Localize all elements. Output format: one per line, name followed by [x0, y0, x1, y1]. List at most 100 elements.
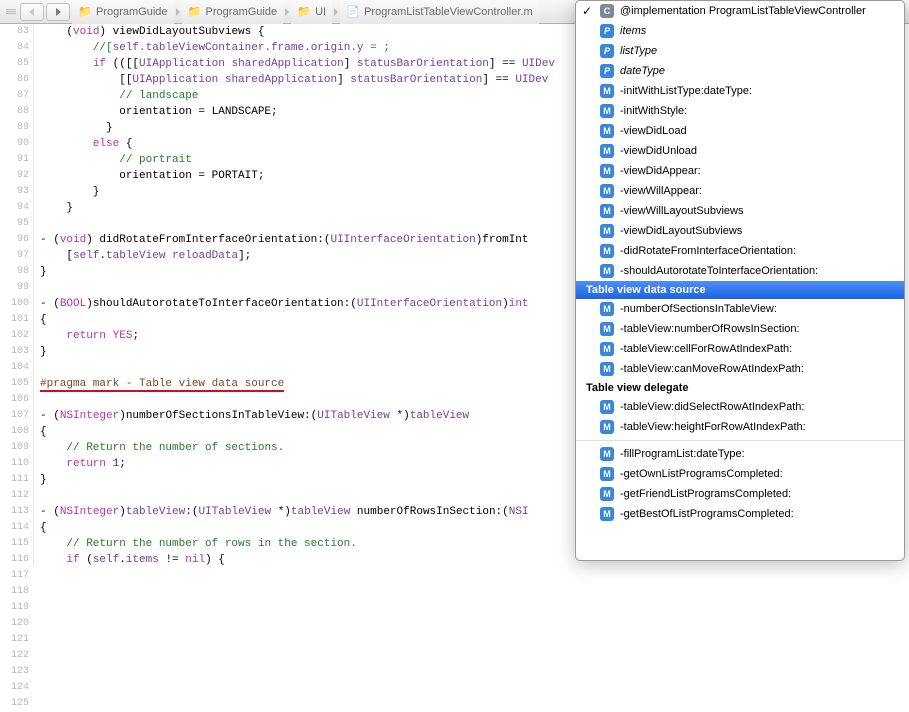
breadcrumb-label: ProgramGuide [96, 6, 168, 18]
popup-item-label: -initWithListType:dateType: [620, 85, 752, 97]
popup-item[interactable]: M-getBestOfListProgramsCompleted: [576, 504, 904, 524]
breadcrumb-item[interactable]: 📁UI [291, 0, 332, 24]
popup-item[interactable]: Pitems [576, 21, 904, 41]
symbol-badge: M [600, 144, 614, 158]
popup-item[interactable]: PdateType [576, 61, 904, 81]
line-number: 121 [0, 632, 29, 648]
popup-item[interactable]: M-tableView:cellForRowAtIndexPath: [576, 339, 904, 359]
line-number: 90 [0, 136, 29, 152]
popup-item-label: -fillProgramList:dateType: [620, 448, 745, 460]
symbol-badge: M [600, 362, 614, 376]
file-icon: 📄 [346, 5, 360, 19]
popup-item-label: -didRotateFromInterfaceOrientation: [620, 245, 796, 257]
popup-item-label: Table view delegate [586, 382, 689, 394]
popup-item[interactable]: ✓C@implementation ProgramListTableViewCo… [576, 1, 904, 21]
popup-item-label: -shouldAutorotateToInterfaceOrientation: [620, 265, 818, 277]
line-number: 86 [0, 72, 29, 88]
line-number: 100 [0, 296, 29, 312]
popup-item-label: -tableView:heightForRowAtIndexPath: [620, 421, 806, 433]
popup-item[interactable]: M-numberOfSectionsInTableView: [576, 299, 904, 319]
popup-item[interactable]: M-viewWillAppear: [576, 181, 904, 201]
popup-item[interactable]: M-shouldAutorotateToInterfaceOrientation… [576, 261, 904, 281]
popup-item[interactable]: M-getOwnListProgramsCompleted: [576, 464, 904, 484]
line-number: 109 [0, 440, 29, 456]
symbol-badge: M [600, 400, 614, 414]
popup-item[interactable]: M-initWithStyle: [576, 101, 904, 121]
line-number: 85 [0, 56, 29, 72]
line-number: 105 [0, 376, 29, 392]
check-icon: ✓ [582, 4, 592, 18]
popup-item[interactable]: M-tableView:heightForRowAtIndexPath: [576, 417, 904, 437]
symbol-navigator-popup[interactable]: ✓C@implementation ProgramListTableViewCo… [575, 0, 905, 561]
line-number: 87 [0, 88, 29, 104]
popup-item[interactable]: M -fillProgramList:dateType: [576, 444, 904, 464]
popup-section-header[interactable]: Table view delegate [576, 379, 904, 397]
popup-item[interactable]: M-didRotateFromInterfaceOrientation: [576, 241, 904, 261]
popup-item[interactable]: M -viewDidAppear: [576, 161, 904, 181]
popup-item-label: -viewDidAppear: [620, 165, 701, 177]
symbol-badge: P [600, 24, 614, 38]
line-number: 106 [0, 392, 29, 408]
popup-item[interactable]: M -initWithListType:dateType: [576, 81, 904, 101]
popup-item[interactable]: M-viewDidLayoutSubviews [576, 221, 904, 241]
line-number: 123 [0, 664, 29, 680]
line-number: 119 [0, 600, 29, 616]
popup-item-label: -viewDidUnload [620, 145, 697, 157]
line-number: 103 [0, 344, 29, 360]
line-number: 89 [0, 120, 29, 136]
popup-item[interactable]: M-tableView:numberOfRowsInSection: [576, 319, 904, 339]
symbol-badge: M [600, 164, 614, 178]
line-number: 93 [0, 184, 29, 200]
popup-item[interactable]: M -viewDidUnload [576, 141, 904, 161]
folder-icon: 📁 [78, 5, 92, 19]
breadcrumb-item[interactable]: 📁ProgramGuide [182, 0, 284, 24]
popup-item[interactable]: M-getFriendListProgramsCompleted: [576, 484, 904, 504]
line-number: 122 [0, 648, 29, 664]
breadcrumb-item[interactable]: 📄 ProgramListTableViewController.m [340, 0, 539, 24]
symbol-badge: P [600, 44, 614, 58]
line-number: 88 [0, 104, 29, 120]
symbol-badge: M [600, 124, 614, 138]
line-number: 110 [0, 456, 29, 472]
popup-item-label: -viewDidLoad [620, 125, 687, 137]
breadcrumb-separator [332, 8, 340, 16]
pragma-mark: #pragma mark - Table view data source [40, 378, 284, 392]
line-number: 115 [0, 536, 29, 552]
symbol-badge: M [600, 224, 614, 238]
breadcrumb-label: ProgramListTableViewController.m [364, 6, 533, 18]
folder-icon: 📁 [188, 5, 202, 19]
popup-item[interactable]: M-viewWillLayoutSubviews [576, 201, 904, 221]
line-number: 96 [0, 232, 29, 248]
popup-item-label: -viewWillLayoutSubviews [620, 205, 744, 217]
breadcrumb-item[interactable]: 📁 ProgramGuide [72, 0, 174, 24]
line-number: 83 [0, 24, 29, 40]
popup-item[interactable]: PlistType [576, 41, 904, 61]
popup-section-header[interactable]: Table view data source [576, 281, 904, 299]
symbol-badge: M [600, 447, 614, 461]
line-number: 91 [0, 152, 29, 168]
popup-item[interactable]: M-tableView:didSelectRowAtIndexPath: [576, 397, 904, 417]
popup-item[interactable]: M -tableView:canMoveRowAtIndexPath: [576, 359, 904, 379]
breadcrumb-separator [174, 8, 182, 16]
grip-icon [6, 9, 16, 14]
line-number: 101 [0, 312, 29, 328]
symbol-badge: M [600, 302, 614, 316]
symbol-badge: C [600, 4, 614, 18]
symbol-badge: M [600, 84, 614, 98]
line-number: 125 [0, 696, 29, 712]
popup-item-label: -initWithStyle: [620, 105, 687, 117]
symbol-badge: M [600, 342, 614, 356]
line-number: 118 [0, 584, 29, 600]
line-number: 112 [0, 488, 29, 504]
popup-item-label: -getOwnListProgramsCompleted: [620, 468, 783, 480]
line-number: 113 [0, 504, 29, 520]
line-number: 97 [0, 248, 29, 264]
popup-item-label: Table view data source [586, 284, 706, 296]
popup-item-label: -tableView:canMoveRowAtIndexPath: [620, 363, 804, 375]
symbol-badge: M [600, 487, 614, 501]
folder-icon: 📁 [297, 5, 311, 19]
popup-item[interactable]: M -viewDidLoad [576, 121, 904, 141]
forward-button[interactable] [46, 3, 70, 21]
popup-item-label: -getBestOfListProgramsCompleted: [620, 508, 794, 520]
back-button[interactable] [20, 3, 44, 21]
